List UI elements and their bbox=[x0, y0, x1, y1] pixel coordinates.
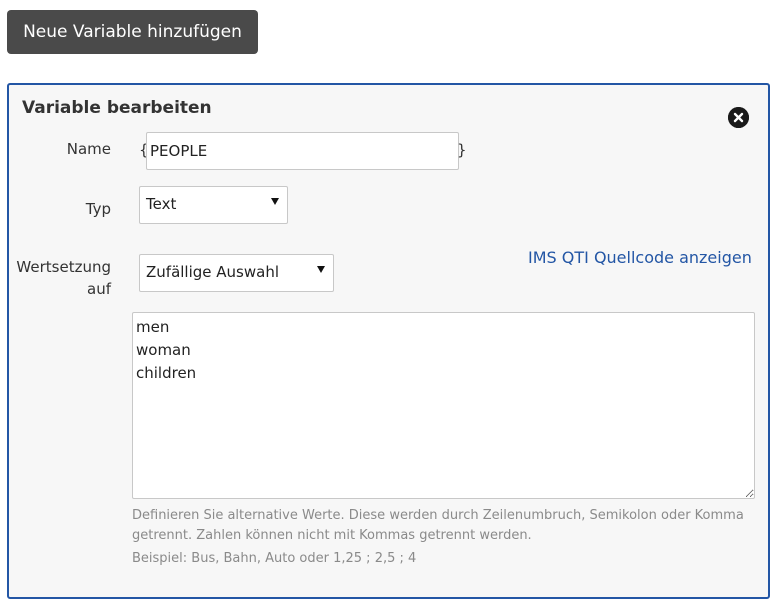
values-example-text: Beispiel: Bus, Bahn, Auto oder 1,25 ; 2,… bbox=[132, 551, 417, 566]
panel-title: Variable bearbeiten bbox=[22, 98, 212, 118]
add-variable-button[interactable]: Neue Variable hinzufügen bbox=[7, 10, 258, 54]
values-textarea[interactable] bbox=[132, 312, 755, 499]
chevron-down-icon bbox=[317, 266, 325, 273]
value-assignment-label: Wertsetzung auf bbox=[11, 256, 111, 300]
value-assignment-select[interactable]: Zufällige Auswahl bbox=[139, 254, 334, 292]
value-assignment-label-line2: auf bbox=[87, 280, 111, 298]
values-help-text: Definieren Sie alternative Werte. Diese … bbox=[132, 508, 744, 543]
value-assignment-select-value: Zufällige Auswahl bbox=[146, 263, 279, 281]
show-qti-source-link[interactable]: IMS QTI Quellcode anzeigen bbox=[528, 248, 752, 267]
close-circle-icon bbox=[728, 107, 749, 128]
name-label: Name bbox=[66, 140, 111, 158]
edit-variable-panel: Variable bearbeiten Name { } Typ Text We… bbox=[7, 83, 770, 599]
type-select[interactable]: Text bbox=[139, 186, 288, 224]
value-assignment-label-line1: Wertsetzung bbox=[16, 258, 111, 276]
type-label: Typ bbox=[85, 200, 111, 218]
name-input[interactable] bbox=[146, 132, 459, 170]
name-brace-close: } bbox=[457, 141, 467, 159]
type-select-value: Text bbox=[146, 195, 177, 213]
chevron-down-icon bbox=[271, 198, 279, 205]
close-panel-button[interactable] bbox=[728, 107, 749, 128]
